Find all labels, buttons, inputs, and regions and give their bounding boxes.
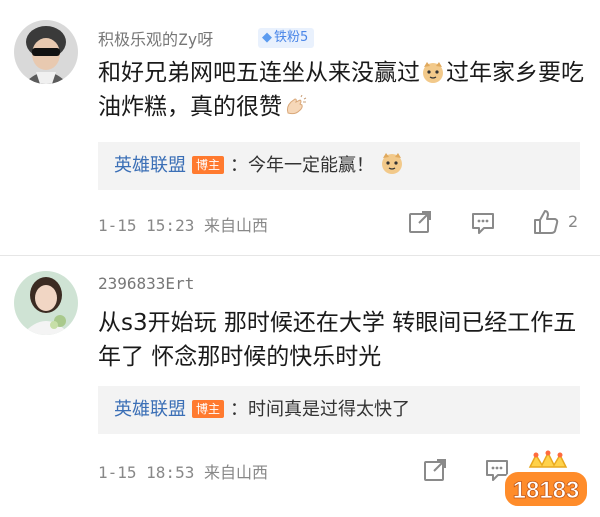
cat-emoji-icon bbox=[380, 145, 404, 174]
reply-author[interactable]: 英雄联盟 bbox=[114, 399, 186, 420]
reply-content: 今年一定能赢！ bbox=[248, 155, 375, 176]
like-count: 2 bbox=[568, 212, 579, 231]
username[interactable]: 2396833Ert bbox=[98, 274, 194, 293]
reply-separator: ： bbox=[230, 155, 249, 176]
reply-author[interactable]: 英雄联盟 bbox=[114, 155, 186, 176]
reply-separator: ： bbox=[230, 399, 249, 420]
avatar[interactable] bbox=[14, 271, 78, 335]
clap-emoji-icon bbox=[283, 93, 307, 115]
comment-item: 积极乐观的Zy呀 ◆ 铁粉5 和好兄弟网吧五连坐从来没赢过 过年家乡要吃油炸糕，真的… bbox=[0, 0, 600, 262]
share-icon[interactable] bbox=[422, 457, 448, 483]
18183-logo: 18183 bbox=[500, 443, 592, 513]
watermark-text: 18183 bbox=[513, 477, 580, 504]
fan-badge-label: 铁粉5 bbox=[274, 30, 309, 45]
blogger-tag: 博主 bbox=[192, 400, 225, 418]
share-icon[interactable] bbox=[407, 209, 433, 235]
comment-text-part: 和好兄弟网吧五连坐从来没赢过 bbox=[98, 60, 420, 86]
avatar[interactable] bbox=[14, 20, 78, 84]
cat-emoji-icon bbox=[421, 59, 445, 83]
like-icon[interactable] bbox=[532, 208, 559, 234]
fan-badge: ◆ 铁粉5 bbox=[258, 28, 315, 48]
comment-meta: 1-15 15:23 来自山西 bbox=[98, 216, 268, 235]
blogger-tag: 博主 bbox=[192, 156, 225, 174]
comment-text: 从s3开始玩 那时候还在大学 转眼间已经工作五年了 怀念那时候的快乐时光 bbox=[98, 310, 577, 370]
comment-meta: 1-15 18:53 来自山西 bbox=[98, 463, 268, 482]
reply-content: 时间真是过得太快了 bbox=[248, 399, 411, 420]
comment-text: 和好兄弟网吧五连坐从来没赢过 过年家乡要吃油炸糕，真的很赞 bbox=[98, 56, 588, 124]
blogger-reply[interactable]: 英雄联盟 博主 ：时间真是过得太快了 bbox=[98, 386, 580, 434]
username[interactable]: 积极乐观的Zy呀 bbox=[98, 26, 213, 50]
blogger-reply[interactable]: 英雄联盟 博主 ：今年一定能赢！ bbox=[98, 142, 580, 190]
comment-icon[interactable] bbox=[470, 210, 496, 236]
diamond-icon: ◆ bbox=[262, 30, 272, 45]
